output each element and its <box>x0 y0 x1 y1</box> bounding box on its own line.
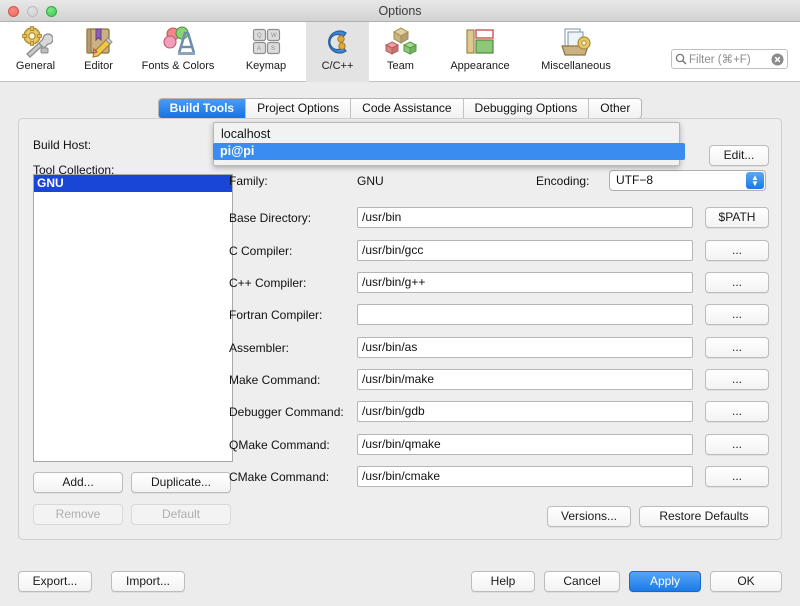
cmake-command-input[interactable]: /usr/bin/cmake <box>357 466 693 487</box>
versions-button[interactable]: Versions... <box>547 506 631 527</box>
encoding-label: Encoding: <box>536 174 590 188</box>
c-compiler-label: C Compiler: <box>229 244 293 258</box>
family-label: Family: <box>229 174 268 188</box>
import-button[interactable]: Import... <box>111 571 185 592</box>
search-icon <box>675 53 687 65</box>
family-value: GNU <box>357 174 384 188</box>
build-host-dropdown[interactable]: localhost pi@pi <box>213 122 685 166</box>
assembler-browse-button[interactable]: ... <box>705 337 769 358</box>
toolbar-item-team[interactable]: Team <box>369 22 432 82</box>
dropdown-option-pi-at-pi[interactable]: pi@pi <box>213 143 685 160</box>
base-directory-input[interactable]: /usr/bin <box>357 207 693 228</box>
toolbar-item-label: C/C++ <box>321 60 354 72</box>
toolbar-item-label: Appearance <box>450 60 510 72</box>
edit-host-button[interactable]: Edit... <box>709 145 769 166</box>
toolbar-item-label: Miscellaneous <box>541 60 611 72</box>
fortran-compiler-label: Fortran Compiler: <box>229 308 323 322</box>
make-command-label: Make Command: <box>229 373 321 387</box>
ok-button[interactable]: OK <box>710 571 782 592</box>
misc-gear-files-icon <box>561 28 591 56</box>
svg-text:Q: Q <box>257 33 262 39</box>
encoding-combo[interactable]: UTF−8 ▲ ▼ <box>609 170 766 191</box>
tool-collection-list[interactable]: GNU <box>33 174 233 462</box>
minimize-button[interactable] <box>27 6 38 17</box>
make-command-input[interactable]: /usr/bin/make <box>357 369 693 390</box>
svg-text:W: W <box>271 33 277 39</box>
dropdown-option-localhost[interactable]: localhost <box>214 126 679 143</box>
list-item[interactable]: GNU <box>34 175 232 192</box>
cancel-button[interactable]: Cancel <box>544 571 620 592</box>
svg-text:A: A <box>257 46 261 52</box>
cpp-compiler-browse-button[interactable]: ... <box>705 272 769 293</box>
keyboard-keys-icon: Q W A S <box>252 28 281 55</box>
toolbar-item-editor[interactable]: Editor <box>67 22 130 82</box>
window-title: Options <box>378 3 422 18</box>
qmake-command-browse-button[interactable]: ... <box>705 434 769 455</box>
cpp-compiler-input[interactable]: /usr/bin/g++ <box>357 272 693 293</box>
fortran-compiler-browse-button[interactable]: ... <box>705 304 769 325</box>
appearance-layout-icon <box>466 29 494 54</box>
encoding-value: UTF−8 <box>616 173 654 187</box>
toolbar-item-general[interactable]: General <box>4 22 67 82</box>
duplicate-tool-collection-button[interactable]: Duplicate... <box>131 472 231 493</box>
title-bar: Options <box>0 0 800 22</box>
c-language-icon <box>327 30 347 54</box>
toolbar-item-appearance[interactable]: Appearance <box>432 22 528 82</box>
restore-defaults-button[interactable]: Restore Defaults <box>639 506 769 527</box>
add-tool-collection-button[interactable]: Add... <box>33 472 123 493</box>
tab-other[interactable]: Other <box>589 98 642 118</box>
toolbar-item-label: Editor <box>84 60 113 72</box>
cpp-compiler-label: C++ Compiler: <box>229 276 307 290</box>
qmake-command-input[interactable]: /usr/bin/qmake <box>357 434 693 455</box>
c-compiler-input[interactable]: /usr/bin/gcc <box>357 240 693 261</box>
clear-circle-icon[interactable] <box>771 53 784 66</box>
tab-debugging-options[interactable]: Debugging Options <box>463 98 590 118</box>
filter-field[interactable]: Filter (⌘+F) <box>671 49 788 69</box>
tab-code-assistance[interactable]: Code Assistance <box>351 98 464 118</box>
help-button[interactable]: Help <box>471 571 535 592</box>
c-compiler-browse-button[interactable]: ... <box>705 240 769 261</box>
cmake-command-label: CMake Command: <box>229 470 330 484</box>
assembler-label: Assembler: <box>229 341 290 355</box>
tab-build-tools[interactable]: Build Tools <box>158 98 247 118</box>
make-command-browse-button[interactable]: ... <box>705 369 769 390</box>
fortran-compiler-input[interactable] <box>357 304 693 325</box>
remove-tool-collection-button: Remove <box>33 504 123 525</box>
options-window: Options General Editor Fonts & Colors Q … <box>0 0 800 606</box>
debugger-command-label: Debugger Command: <box>229 405 344 419</box>
toolbar-item-label: Keymap <box>245 60 287 72</box>
team-cubes-icon <box>384 27 417 55</box>
filter-placeholder: Filter (⌘+F) <box>689 54 751 66</box>
book-pencil-icon <box>85 28 113 58</box>
toolbar-item-keymap[interactable]: Q W A S Keymap <box>226 22 306 82</box>
svg-text:S: S <box>271 46 275 52</box>
export-button[interactable]: Export... <box>18 571 92 592</box>
toolbar-item-label: Team <box>387 60 414 72</box>
build-host-label: Build Host: <box>33 138 92 152</box>
window-controls <box>8 6 57 17</box>
toolbar-item-label: Fonts & Colors <box>141 60 215 72</box>
tab-project-options[interactable]: Project Options <box>246 98 352 118</box>
default-tool-collection-button: Default <box>131 504 231 525</box>
preferences-toolbar: General Editor Fonts & Colors Q W A S Ke… <box>0 22 800 82</box>
encoding-stepper-icon: ▲ ▼ <box>746 172 764 189</box>
build-tools-panel: Build Host: ▲▼ Edit... Tool Collection: … <box>18 118 782 540</box>
close-button[interactable] <box>8 6 19 17</box>
qmake-command-label: QMake Command: <box>229 438 330 452</box>
base-directory-label: Base Directory: <box>229 211 312 225</box>
cmake-command-browse-button[interactable]: ... <box>705 466 769 487</box>
toolbar-item-label: General <box>15 60 56 72</box>
tab-strip: Build Tools Project Options Code Assista… <box>0 96 800 120</box>
debugger-command-browse-button[interactable]: ... <box>705 401 769 422</box>
toolbar-item-c-cpp[interactable]: C/C++ <box>306 22 369 82</box>
assembler-input[interactable]: /usr/bin/as <box>357 337 693 358</box>
base-directory-path-button[interactable]: $PATH <box>705 207 769 228</box>
toolbar-item-fonts-colors[interactable]: Fonts & Colors <box>130 22 226 82</box>
apply-button[interactable]: Apply <box>629 571 701 592</box>
gear-wrench-icon <box>21 26 53 58</box>
toolbar-item-miscellaneous[interactable]: Miscellaneous <box>528 22 624 82</box>
font-palette-icon <box>163 26 195 55</box>
zoom-button[interactable] <box>46 6 57 17</box>
debugger-command-input[interactable]: /usr/bin/gdb <box>357 401 693 422</box>
